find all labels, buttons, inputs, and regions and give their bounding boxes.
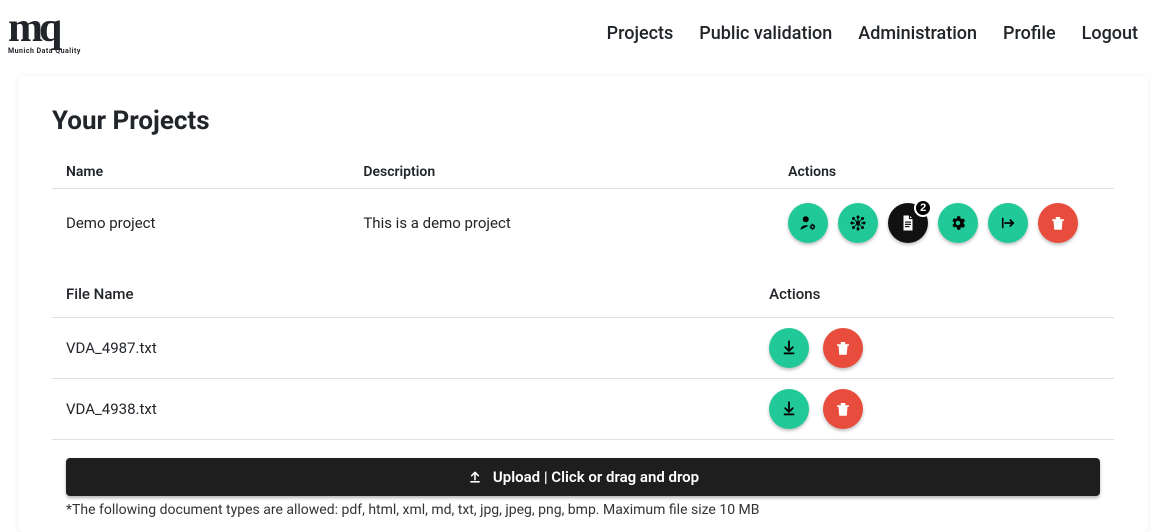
files-section: File Name Actions VDA_4987.txt VDA_4938.… <box>52 279 1114 440</box>
download-file-button[interactable] <box>769 328 809 368</box>
nav-logout[interactable]: Logout <box>1082 23 1138 44</box>
projects-card: Your Projects Name Description Actions D… <box>18 76 1148 532</box>
project-actions: 2 <box>774 189 1114 258</box>
col-header-description: Description <box>349 156 774 189</box>
upload-icon <box>467 469 483 485</box>
documents-button[interactable]: 2 <box>888 203 928 243</box>
documents-badge: 2 <box>914 199 932 217</box>
upload-button[interactable]: Upload | Click or drag and drop <box>66 458 1100 496</box>
export-icon <box>999 214 1017 232</box>
nav-projects[interactable]: Projects <box>607 23 674 44</box>
nav-administration[interactable]: Administration <box>858 23 977 44</box>
network-icon <box>849 214 867 232</box>
download-file-button[interactable] <box>769 389 809 429</box>
export-button[interactable] <box>988 203 1028 243</box>
files-col-name: File Name <box>66 285 134 303</box>
delete-project-button[interactable] <box>1038 203 1078 243</box>
settings-button[interactable] <box>938 203 978 243</box>
file-name: VDA_4987.txt <box>66 339 157 357</box>
table-row: Demo project This is a demo project <box>52 189 1114 258</box>
user-settings-button[interactable] <box>788 203 828 243</box>
nodes-button[interactable] <box>838 203 878 243</box>
project-description: This is a demo project <box>349 189 774 258</box>
upload-hint: *The following document types are allowe… <box>52 496 1114 532</box>
trash-icon <box>834 400 852 418</box>
file-name: VDA_4938.txt <box>66 400 157 418</box>
project-name: Demo project <box>52 189 349 258</box>
download-icon <box>780 339 798 357</box>
files-col-actions: Actions <box>769 285 1100 303</box>
projects-table: Name Description Actions Demo project Th… <box>52 156 1114 257</box>
document-icon <box>899 214 917 232</box>
col-header-actions: Actions <box>774 156 1114 189</box>
download-icon <box>780 400 798 418</box>
logo-text: mq <box>8 12 81 46</box>
col-header-name: Name <box>52 156 349 189</box>
nav-public-validation[interactable]: Public validation <box>699 23 832 44</box>
topbar: mq Munich Data Quality Projects Public v… <box>0 0 1166 66</box>
main-nav: Projects Public validation Administratio… <box>607 23 1138 44</box>
delete-file-button[interactable] <box>823 328 863 368</box>
gear-icon <box>949 214 967 232</box>
list-item: VDA_4938.txt <box>52 379 1114 440</box>
user-gear-icon <box>799 214 817 232</box>
nav-profile[interactable]: Profile <box>1003 23 1056 44</box>
logo-subtext: Munich Data Quality <box>8 49 81 55</box>
upload-label: Upload | Click or drag and drop <box>493 468 699 486</box>
logo: mq Munich Data Quality <box>8 12 81 54</box>
trash-icon <box>1049 214 1067 232</box>
delete-file-button[interactable] <box>823 389 863 429</box>
upload-area: Upload | Click or drag and drop <box>52 440 1114 496</box>
trash-icon <box>834 339 852 357</box>
page-title: Your Projects <box>52 106 1114 136</box>
list-item: VDA_4987.txt <box>52 318 1114 379</box>
